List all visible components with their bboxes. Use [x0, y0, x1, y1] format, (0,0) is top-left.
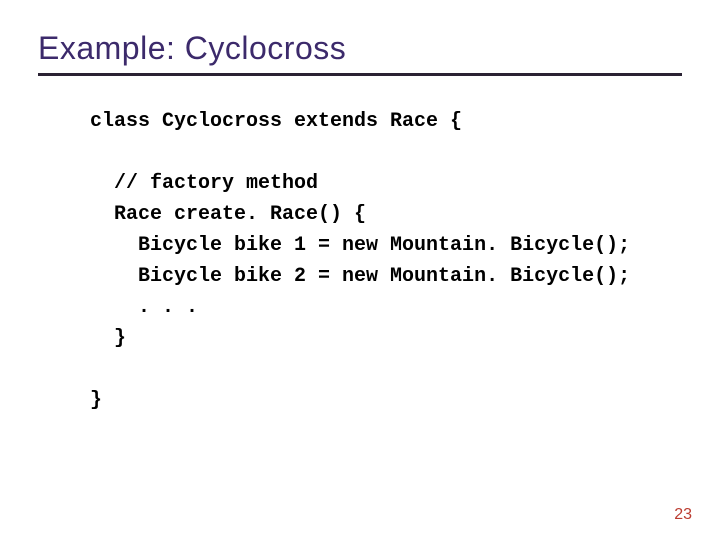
page-number: 23 [674, 506, 692, 524]
code-block: class Cyclocross extends Race { // facto… [90, 106, 682, 416]
code-line: Bicycle bike 1 = new Mountain. Bicycle()… [90, 234, 630, 257]
code-line: } [90, 389, 102, 412]
code-line: class Cyclocross extends Race { [90, 110, 462, 133]
code-line: // factory method [90, 172, 318, 195]
code-line: } [90, 327, 126, 350]
title-underline [38, 73, 682, 76]
slide: Example: Cyclocross class Cyclocross ext… [0, 0, 720, 540]
code-line: Bicycle bike 2 = new Mountain. Bicycle()… [90, 265, 630, 288]
code-line: Race create. Race() { [90, 203, 366, 226]
slide-title: Example: Cyclocross [38, 30, 682, 67]
code-line: . . . [90, 296, 198, 319]
